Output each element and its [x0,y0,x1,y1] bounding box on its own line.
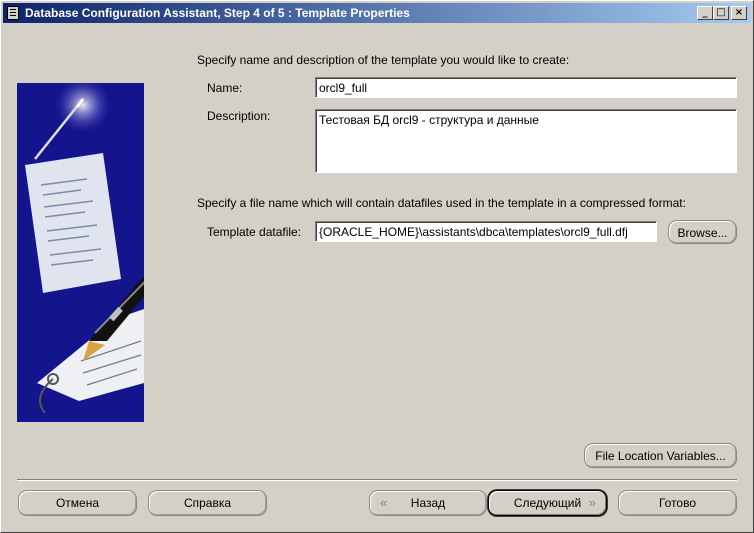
back-button[interactable]: « Назад [369,490,487,516]
template-datafile-label: Template datafile: [207,225,302,239]
app-icon [7,6,19,20]
browse-button[interactable]: Browse... [668,220,737,244]
datafile-intro-text: Specify a file name which will contain d… [197,196,686,210]
name-input[interactable]: orcl9_full [315,77,737,98]
chevron-left-icon: « [380,495,388,510]
template-intro-text: Specify name and description of the temp… [197,53,570,67]
cancel-button[interactable]: Отмена [18,490,137,516]
name-label: Name: [207,81,243,95]
title-bar[interactable]: Database Configuration Assistant, Step 4… [3,3,751,23]
chevron-right-icon: » [588,495,596,510]
dbca-window: Database Configuration Assistant, Step 4… [0,0,754,533]
next-button-label: Следующий [513,496,582,510]
description-label: Description: [207,109,271,123]
footer-separator [17,479,737,481]
file-location-variables-button[interactable]: File Location Variables... [584,443,737,468]
next-button[interactable]: Следующий » [488,490,607,516]
description-textarea[interactable]: Тестовая БД orcl9 - структура и данные [315,109,737,173]
wizard-illustration [17,83,144,422]
window-title: Database Configuration Assistant, Step 4… [25,6,410,20]
maximize-button[interactable]: □ [713,6,729,20]
minimize-button[interactable]: _ [697,6,713,20]
close-button[interactable]: × [731,6,747,20]
help-button[interactable]: Справка [148,490,267,516]
document-pen-image [25,83,144,414]
finish-button[interactable]: Готово [618,490,737,516]
template-datafile-input[interactable]: {ORACLE_HOME}\assistants\dbca\templates\… [315,221,657,242]
back-button-label: Назад [410,496,446,510]
